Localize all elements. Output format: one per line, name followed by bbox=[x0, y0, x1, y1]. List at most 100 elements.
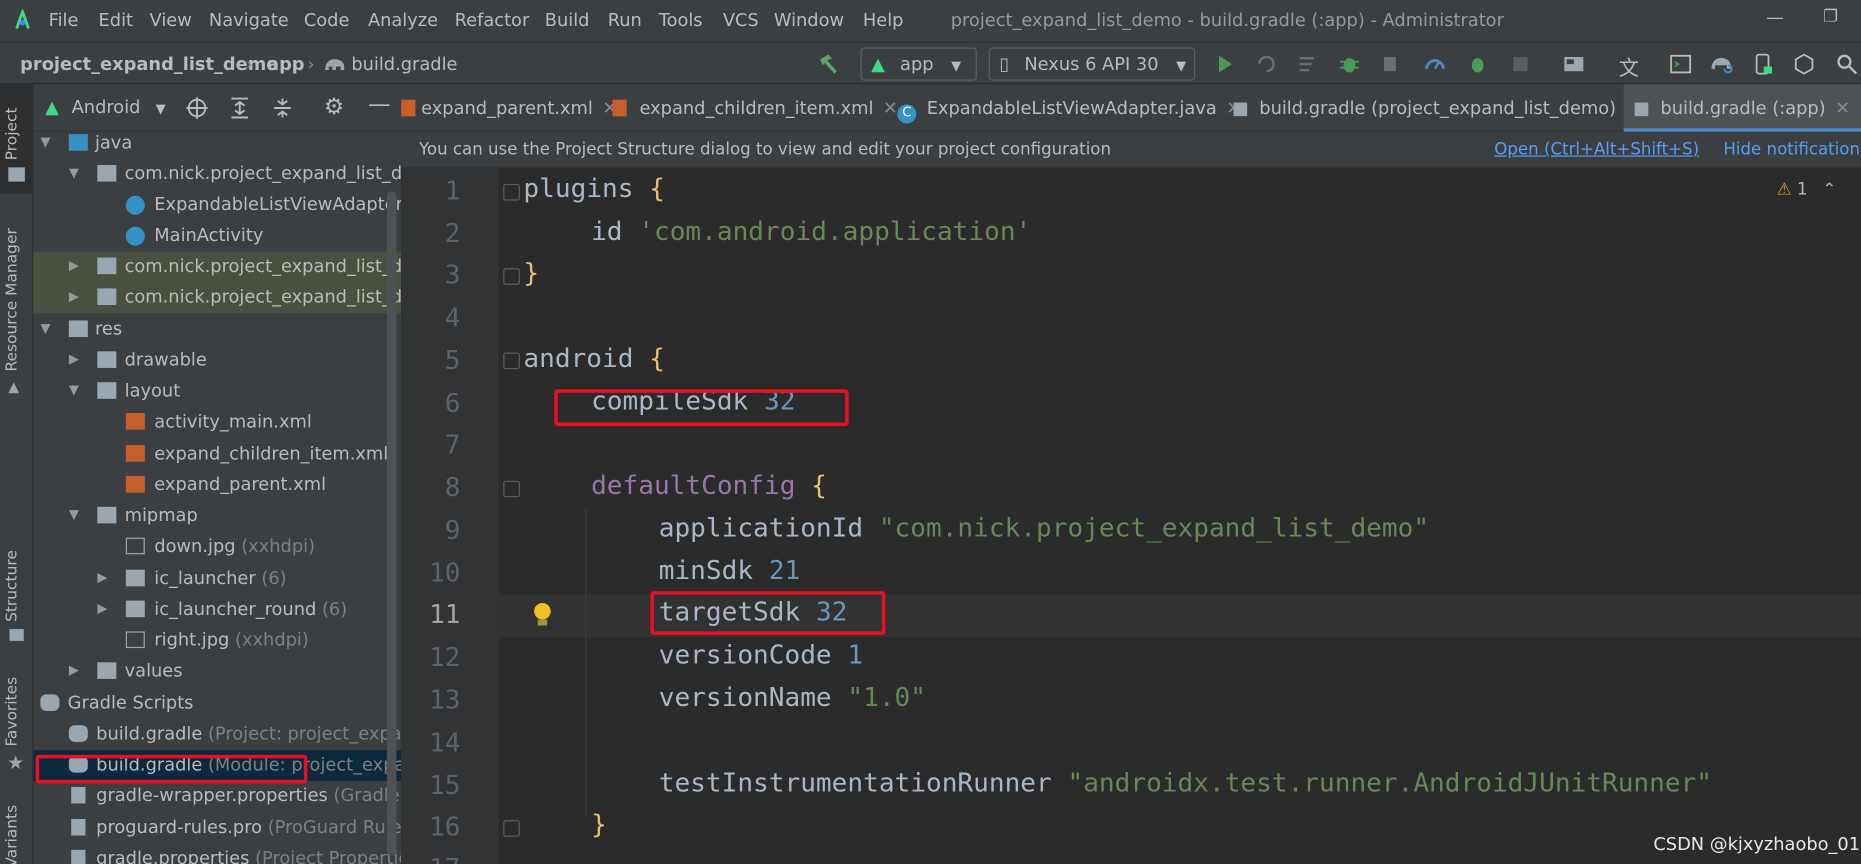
run-configuration-dropdown[interactable]: ▲ app ▼ bbox=[860, 47, 977, 81]
sync-gradle-icon[interactable] bbox=[1709, 52, 1733, 76]
translate-icon[interactable]: 文 bbox=[1619, 51, 1639, 81]
tree-item-package[interactable]: ▶ com.nick.project_expand_list_dem bbox=[33, 282, 402, 314]
menu-navigate[interactable]: Navigate bbox=[209, 9, 289, 30]
menu-analyze[interactable]: Analyze bbox=[368, 9, 438, 30]
menu-edit[interactable]: Edit bbox=[99, 9, 133, 30]
tab-expandable-list-view-adapter[interactable]: C ExpandableListViewAdapter.java ✕ bbox=[897, 84, 1241, 131]
debug-icon[interactable] bbox=[1338, 52, 1362, 76]
menu-tools[interactable]: Tools bbox=[659, 9, 703, 30]
menu-vcs[interactable]: VCS bbox=[723, 9, 759, 30]
chevron-down-icon: ▼ bbox=[951, 58, 962, 74]
tree-item-gradle-file[interactable]: build.gradle (Project: project_expand_ bbox=[33, 719, 401, 750]
tree-item-mipmap[interactable]: ▼ mipmap bbox=[33, 501, 401, 532]
structure-tool-window-button[interactable]: Structure bbox=[0, 529, 33, 648]
close-icon[interactable]: ✕ bbox=[883, 97, 898, 118]
device-manager-icon[interactable] bbox=[1751, 52, 1775, 76]
collapse-all-icon[interactable] bbox=[271, 96, 295, 120]
project-view-dropdown[interactable]: ▲ Android ▼ bbox=[45, 96, 166, 122]
attach-debugger-icon[interactable] bbox=[1379, 52, 1403, 76]
fold-marker-icon[interactable] bbox=[503, 268, 520, 285]
tree-item-label: res bbox=[94, 318, 123, 340]
tree-item-values[interactable]: ▶ values bbox=[33, 656, 401, 687]
fold-marker-icon[interactable] bbox=[503, 183, 520, 201]
menu-view[interactable]: View bbox=[150, 9, 192, 30]
tree-item-image[interactable]: right.jpg (xxhdpi) bbox=[33, 625, 401, 656]
fold-marker-icon[interactable] bbox=[503, 480, 520, 498]
tree-item-package[interactable]: ▼ com.nick.project_expand_list_dem bbox=[33, 159, 401, 190]
code-token: defaultConfig bbox=[591, 471, 796, 501]
tree-item-properties[interactable]: gradle.properties (Project Properties) bbox=[33, 844, 401, 864]
profile-icon[interactable] bbox=[1423, 52, 1447, 76]
minimize-icon[interactable]: — bbox=[1766, 7, 1784, 28]
sdk-manager-icon[interactable] bbox=[1792, 52, 1816, 76]
build-hammer-icon[interactable] bbox=[817, 52, 841, 76]
code-string: "1.0" bbox=[847, 683, 927, 714]
hide-notification-link[interactable]: Hide notification bbox=[1723, 140, 1860, 159]
run-icon[interactable] bbox=[1213, 52, 1237, 76]
menu-file[interactable]: File bbox=[49, 9, 79, 30]
tree-scrollbar[interactable] bbox=[386, 191, 397, 856]
tree-item-xml[interactable]: expand_children_item.xml bbox=[33, 439, 401, 470]
terminal-icon[interactable] bbox=[1669, 52, 1693, 76]
lightbulb-icon[interactable] bbox=[531, 601, 555, 629]
chevron-up-icon[interactable]: ⌃ bbox=[1822, 180, 1836, 199]
breadcrumb-project[interactable]: project_expand_list_demo bbox=[20, 53, 278, 74]
tree-item-image[interactable]: down.jpg (xxhdpi) bbox=[33, 532, 401, 563]
tab-expand-parent[interactable]: expand_parent.xml ✕ bbox=[401, 84, 617, 131]
line-number: 17 bbox=[401, 855, 460, 864]
folder-icon bbox=[97, 662, 117, 679]
expand-all-icon[interactable] bbox=[228, 96, 252, 120]
tree-item-proguard[interactable]: proguard-rules.pro (ProGuard Rules fo bbox=[33, 813, 401, 844]
favorites-tool-window-button[interactable]: Favorites ★ bbox=[0, 666, 33, 785]
tab-expand-children-item[interactable]: expand_children_item.xml ✕ bbox=[612, 84, 898, 131]
gear-icon[interactable]: ⚙ bbox=[324, 94, 344, 120]
restore-icon[interactable]: ❐ bbox=[1823, 7, 1838, 26]
project-tool-window-button[interactable]: Project bbox=[0, 84, 34, 194]
tree-item-package[interactable]: ▶ com.nick.project_expand_list_dem bbox=[33, 251, 402, 283]
apply-code-changes-icon[interactable] bbox=[1296, 52, 1320, 76]
star-icon: ★ bbox=[7, 751, 25, 774]
tab-build-gradle-app[interactable]: ■ build.gradle (:app) ✕ bbox=[1623, 84, 1861, 132]
stop-icon[interactable] bbox=[1509, 52, 1533, 76]
tree-item-properties[interactable]: gradle-wrapper.properties (Gradle Ve bbox=[33, 781, 401, 812]
breadcrumb-file[interactable]: build.gradle bbox=[351, 53, 457, 74]
debug-app-icon[interactable] bbox=[1466, 52, 1490, 76]
menu-window[interactable]: Window bbox=[774, 9, 844, 30]
resources-icon: ▲ bbox=[8, 378, 20, 396]
tree-item-xml[interactable]: expand_parent.xml bbox=[33, 470, 401, 501]
hide-panel-icon[interactable]: — bbox=[368, 91, 391, 117]
tree-item-ic-launcher-round[interactable]: ▶ ic_launcher_round (6) bbox=[33, 595, 401, 626]
search-icon[interactable] bbox=[1835, 52, 1859, 76]
locate-file-icon[interactable] bbox=[185, 96, 209, 120]
tree-item-class[interactable]: MainActivity bbox=[33, 221, 401, 252]
menu-refactor[interactable]: Refactor bbox=[455, 9, 530, 30]
close-icon[interactable]: ✕ bbox=[1835, 97, 1850, 118]
menu-code[interactable]: Code bbox=[304, 9, 350, 30]
project-structure-icon[interactable] bbox=[1562, 52, 1586, 76]
tree-item-res[interactable]: ▼ res bbox=[33, 315, 401, 346]
menu-build[interactable]: Build bbox=[545, 9, 590, 30]
tree-item-xml[interactable]: activity_main.xml bbox=[33, 407, 401, 438]
open-project-structure-link[interactable]: Open (Ctrl+Alt+Shift+S) bbox=[1494, 140, 1699, 159]
java-class-icon bbox=[125, 226, 145, 246]
build-variants-tool-window-button[interactable]: Variants bbox=[0, 796, 33, 864]
tree-item-gradle-scripts[interactable]: Gradle Scripts bbox=[33, 688, 401, 719]
menu-run[interactable]: Run bbox=[608, 9, 642, 30]
fold-marker-icon[interactable] bbox=[503, 820, 520, 837]
device-dropdown[interactable]: ▯ Nexus 6 API 30 ▼ bbox=[988, 47, 1196, 81]
tree-item-java[interactable]: ▼ java bbox=[33, 132, 401, 159]
line-number: 14 bbox=[429, 728, 461, 759]
apply-changes-icon[interactable] bbox=[1255, 52, 1279, 76]
inspection-widget[interactable]: ⚠ 1 ⌃ bbox=[1777, 180, 1836, 199]
tree-item-layout[interactable]: ▼ layout bbox=[33, 376, 401, 407]
tab-build-gradle-project[interactable]: ■ build.gradle (project_expand_list_demo… bbox=[1232, 84, 1641, 131]
tree-item-class[interactable]: ExpandableListViewAdapter bbox=[33, 190, 401, 221]
tree-item-drawable[interactable]: ▶ drawable bbox=[33, 345, 401, 376]
resource-manager-tool-window-button[interactable]: Resource Manager ▲ bbox=[0, 203, 33, 405]
menu-help[interactable]: Help bbox=[863, 9, 904, 30]
fold-marker-icon[interactable] bbox=[503, 352, 520, 370]
tree-item-qualifier: (xxhdpi) bbox=[241, 535, 316, 557]
tree-item-ic-launcher[interactable]: ▶ ic_launcher (6) bbox=[33, 564, 401, 595]
tree-item-label: layout bbox=[124, 379, 181, 402]
breadcrumb-module[interactable]: app bbox=[267, 53, 305, 74]
